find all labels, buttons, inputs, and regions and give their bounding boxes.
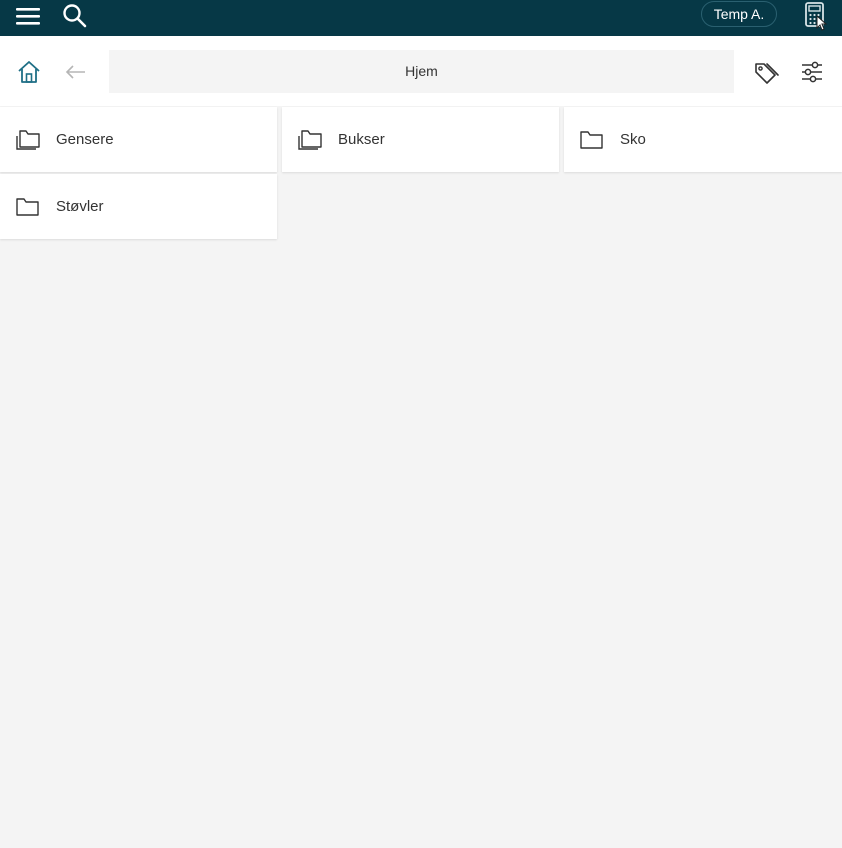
home-icon[interactable] [15, 58, 43, 86]
user-button[interactable]: Temp A. [701, 1, 777, 27]
arrow-left-icon[interactable] [62, 58, 90, 86]
folder-label: Bukser [338, 131, 385, 148]
folder-icon [14, 195, 42, 219]
search-icon[interactable] [61, 2, 89, 30]
tag-icon[interactable] [752, 58, 780, 86]
folders-icon [296, 128, 324, 152]
folder-label: Støvler [56, 198, 104, 215]
breadcrumb: Hjem [109, 50, 734, 93]
folders-icon [14, 128, 42, 152]
top-bar: Temp A. [0, 0, 842, 36]
folder-tile-gensere[interactable]: Gensere [0, 107, 277, 172]
sliders-icon[interactable] [798, 58, 826, 86]
folder-label: Gensere [56, 131, 114, 148]
folder-icon [578, 128, 606, 152]
folder-label: Sko [620, 131, 646, 148]
folder-tile-stovler[interactable]: Støvler [0, 174, 277, 239]
calculator-icon[interactable] [801, 1, 829, 31]
folder-tile-sko[interactable]: Sko [564, 107, 842, 172]
navigation-bar: Hjem [0, 36, 842, 106]
menu-icon[interactable] [14, 3, 42, 31]
folder-tile-bukser[interactable]: Bukser [282, 107, 559, 172]
